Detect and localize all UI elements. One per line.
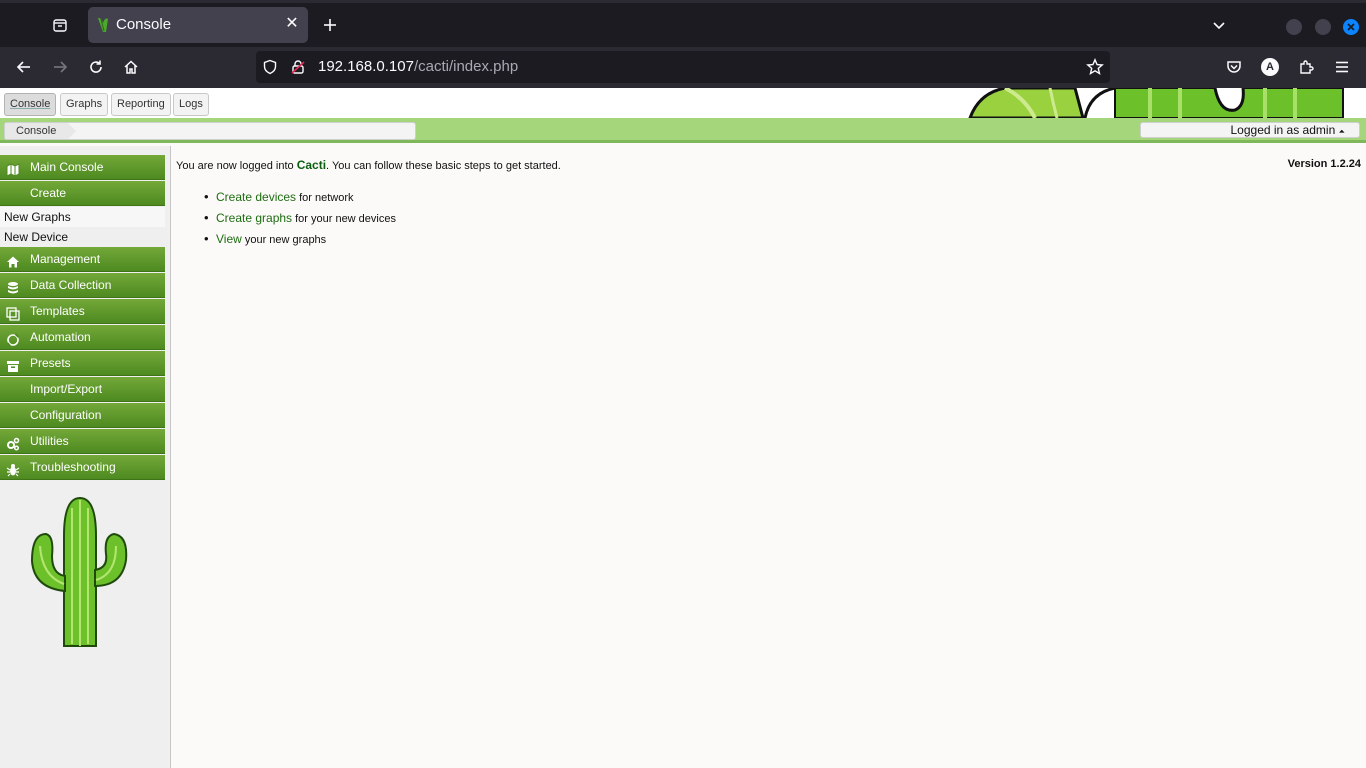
breadcrumb: Console [4, 122, 416, 140]
tabs-dropdown-icon[interactable] [1203, 9, 1235, 41]
sidebar-item-configuration[interactable]: Configuration [0, 403, 165, 428]
sidebar-item-import-export[interactable]: Import/Export [0, 377, 165, 402]
list-item: View your new graphs [204, 231, 396, 252]
list-item: Create devices for network [204, 189, 396, 210]
sidebar-item-main-console[interactable]: Main Console [0, 155, 165, 180]
home-icon [6, 253, 20, 268]
tab-console[interactable]: Console [4, 93, 57, 116]
browser-nav-bar: 192.168.0.107/cacti/index.php A [0, 47, 1366, 88]
copy-icon [6, 305, 20, 321]
browser-tab-strip: Console ✕ [0, 0, 1366, 47]
reload-icon[interactable] [80, 51, 112, 83]
minimize-window-button[interactable] [1286, 19, 1302, 35]
pocket-icon[interactable] [1218, 51, 1250, 83]
map-icon [6, 161, 20, 177]
bug-icon [6, 461, 20, 477]
user-status[interactable]: Logged in as admin ⏶ [1140, 122, 1360, 138]
url-host: 192.168.0.107 [318, 58, 414, 75]
sidebar-item-presets[interactable]: Presets [0, 351, 165, 376]
database-icon [6, 279, 20, 294]
menu-icon[interactable] [1326, 51, 1358, 83]
maximize-window-button[interactable] [1315, 19, 1331, 35]
sidebar-item-label: Presets [30, 356, 71, 370]
close-window-button[interactable] [1343, 19, 1359, 35]
cacti-favicon-icon [95, 16, 111, 34]
sidebar-item-label: Templates [30, 304, 85, 318]
url-text: 192.168.0.107/cacti/index.php [318, 58, 518, 75]
account-icon[interactable]: A [1254, 51, 1286, 83]
tab-title: Console [116, 16, 172, 33]
sidebar-item-label: Utilities [30, 434, 69, 448]
sidebar-item-troubleshooting[interactable]: Troubleshooting [0, 455, 165, 480]
cacti-page: Console Graphs Reporting Logs Console Lo… [0, 88, 1366, 768]
sidebar-item-management[interactable]: Management [0, 247, 165, 272]
sidebar-item-label: Main Console [30, 160, 104, 174]
step-text: for network [296, 192, 354, 204]
tab-graphs-label: Graphs [66, 98, 103, 110]
tab-logs[interactable]: Logs [173, 93, 209, 116]
archive-icon [6, 357, 20, 372]
intro-prefix: You are now logged into [176, 160, 297, 172]
sidebar-item-label: New Graphs [4, 210, 71, 224]
tab-reporting-label: Reporting [117, 98, 165, 110]
sync-icon [6, 331, 20, 347]
step-text: for your new devices [292, 213, 396, 225]
welcome-text: You are now logged into Cacti. You can f… [176, 158, 561, 172]
sidebar-item-new-graphs[interactable]: New Graphs [0, 207, 165, 227]
extensions-icon[interactable] [1290, 51, 1322, 83]
breadcrumb-console[interactable]: Console [5, 123, 77, 139]
breadcrumb-bar: Console Logged in as admin ⏶ [0, 118, 1366, 143]
sidebar-item-label: Management [30, 252, 101, 266]
tab-reporting[interactable]: Reporting [111, 93, 171, 116]
cactus-banner-image [968, 88, 1344, 118]
sidebar-item-label: Data Collection [30, 278, 112, 292]
shield-icon[interactable] [262, 59, 278, 80]
close-tab-icon[interactable]: ✕ [284, 16, 300, 32]
version-label: Version 1.2.24 [1287, 158, 1361, 170]
new-tab-icon[interactable] [314, 9, 346, 41]
tab-logs-label: Logs [179, 98, 203, 110]
list-all-tabs-icon[interactable] [44, 9, 76, 41]
sidebar-item-create[interactable]: Create [0, 181, 165, 206]
sidebar-item-data-collection[interactable]: Data Collection [0, 273, 165, 298]
sidebar-item-new-device[interactable]: New Device [0, 227, 165, 247]
sidebar-item-label: New Device [4, 230, 69, 244]
getting-started-list: Create devices for network Create graphs… [204, 189, 396, 252]
sidebar-item-templates[interactable]: Templates [0, 299, 165, 324]
account-initial: A [1261, 58, 1279, 76]
sidebar-item-utilities[interactable]: Utilities [0, 429, 165, 454]
sidebar-item-label: Troubleshooting [30, 460, 116, 474]
address-bar[interactable]: 192.168.0.107/cacti/index.php [256, 51, 1110, 83]
cactus-logo [30, 496, 128, 647]
sidebar-item-label: Create [30, 186, 67, 200]
star-icon[interactable] [1086, 58, 1104, 81]
main-content: You are now logged into Cacti. You can f… [176, 153, 1366, 753]
sidebar-item-automation[interactable]: Automation [0, 325, 165, 350]
home-icon[interactable] [115, 51, 147, 83]
lock-icon[interactable] [290, 59, 306, 80]
user-menu-caret-icon: ⏶ [1338, 127, 1345, 136]
view-graphs-link[interactable]: View [216, 232, 242, 246]
sidebar-item-label: Automation [30, 330, 91, 344]
create-graphs-link[interactable]: Create graphs [216, 211, 292, 225]
sidebar-item-label: Configuration [30, 408, 102, 422]
gears-icon [6, 435, 20, 451]
tab-graphs[interactable]: Graphs [60, 93, 109, 116]
sidebar-item-label: Import/Export [30, 382, 103, 396]
url-path: /cacti/index.php [413, 58, 519, 75]
browser-tab-console[interactable]: Console ✕ [88, 7, 308, 43]
cacti-header: Console Graphs Reporting Logs [0, 88, 1366, 118]
sidebar: Main Console Create New Graphs New Devic… [0, 146, 171, 768]
forward-icon[interactable] [44, 51, 76, 83]
tab-console-label: Console [10, 98, 51, 110]
intro-brand: Cacti [296, 158, 327, 172]
back-icon[interactable] [8, 51, 40, 83]
intro-suffix: . You can follow these basic steps to ge… [326, 160, 561, 172]
step-text: your new graphs [241, 234, 327, 246]
list-item: Create graphs for your new devices [204, 210, 396, 231]
create-devices-link[interactable]: Create devices [216, 190, 296, 204]
user-status-text: Logged in as admin [1230, 123, 1336, 137]
